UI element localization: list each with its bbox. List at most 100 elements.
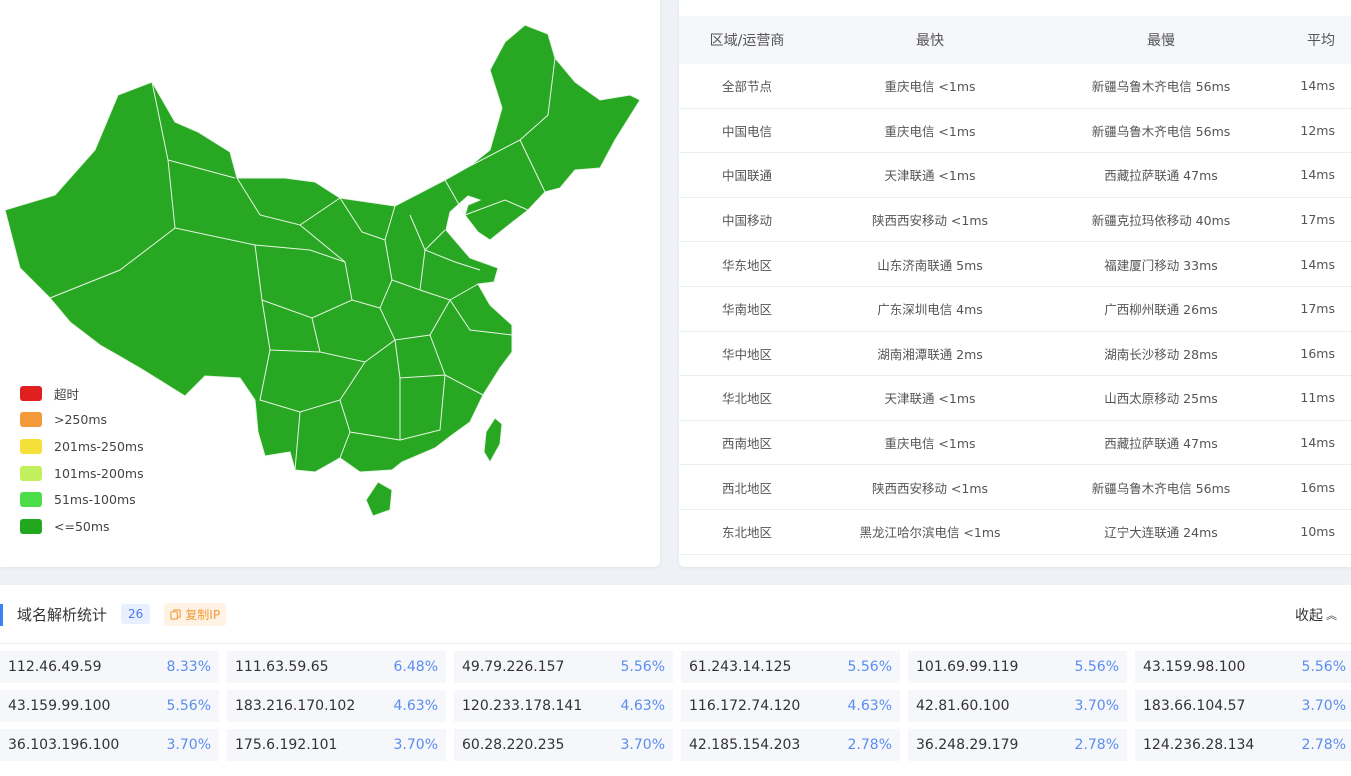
ip-list-item[interactable]: 111.63.59.65 6.48% [227, 651, 446, 683]
cell-average: 16ms [1277, 464, 1351, 510]
ip-list-item[interactable]: 116.172.74.120 4.63% [681, 690, 900, 722]
ip-percentage: 3.70% [1301, 698, 1346, 714]
ip-percentage: 4.63% [620, 698, 665, 714]
ip-list-item[interactable]: 36.103.196.100 3.70% [0, 729, 219, 761]
cell-region: 华东地区 [679, 241, 815, 287]
cell-slowest: 西藏拉萨联通 47ms [1045, 420, 1277, 466]
ip-list-item[interactable]: 183.216.170.102 4.63% [227, 690, 446, 722]
ip-list-item[interactable]: 43.159.98.100 5.56% [1135, 651, 1351, 683]
cell-region: 西南地区 [679, 420, 815, 466]
ip-address: 43.159.99.100 [8, 698, 111, 714]
cell-region: 华中地区 [679, 331, 815, 377]
legend-item[interactable]: 51ms-100ms [20, 486, 144, 513]
ip-count-badge: 26 [121, 604, 151, 624]
cell-fastest: 中国香港 1ms [815, 554, 1045, 567]
cell-slowest: 辽宁大连联通 24ms [1045, 509, 1277, 555]
section-accent-bar [0, 604, 3, 626]
cell-fastest: 天津联通 <1ms [815, 152, 1045, 198]
legend-label: 51ms-100ms [54, 492, 136, 508]
legend-swatch-51-100 [20, 492, 42, 508]
ip-percentage: 3.70% [1074, 698, 1119, 714]
column-header-region[interactable]: 区域/运营商 [679, 16, 815, 64]
ip-list-item[interactable]: 183.66.104.57 3.70% [1135, 690, 1351, 722]
cell-slowest: 山西太原移动 25ms [1045, 375, 1277, 421]
ip-percentage: 5.56% [166, 698, 211, 714]
cell-slowest: 西藏拉萨联通 47ms [1045, 152, 1277, 198]
ip-percentage: 3.70% [620, 737, 665, 753]
dns-section-header: 域名解析统计 26 复制IP 收起 ︽ [0, 585, 1351, 644]
cell-average: 14ms [1277, 152, 1351, 198]
ip-list-item[interactable]: 124.236.28.134 2.78% [1135, 729, 1351, 761]
table-row: 中国移动 陕西西安移动 <1ms 新疆克拉玛依移动 40ms 17ms [679, 197, 1351, 243]
legend-label: 101ms-200ms [54, 465, 144, 481]
ip-address: 183.216.170.102 [235, 698, 356, 714]
ip-address: 111.63.59.65 [235, 659, 329, 675]
map-panel: 超时 >250ms 201ms-250ms 101ms-200ms 51ms-1… [0, 0, 660, 567]
latency-stats-table: 区域/运营商 最快 最慢 平均 全部节点 重庆电信 <1ms 新疆乌鲁木齐电信 56… [679, 16, 1351, 567]
table-row: 东北地区 黑龙江哈尔滨电信 <1ms 辽宁大连联通 24ms 10ms [679, 509, 1351, 555]
ip-list-item[interactable]: 42.81.60.100 3.70% [908, 690, 1127, 722]
table-row: 华中地区 湖南湘潭联通 2ms 湖南长沙移动 28ms 16ms [679, 331, 1351, 377]
ip-address: 42.185.154.203 [689, 737, 801, 753]
cell-region: 西北地区 [679, 464, 815, 510]
cell-slowest: 中国台湾 24ms [1045, 554, 1277, 567]
table-row: 中国联通 天津联通 <1ms 西藏拉萨联通 47ms 14ms [679, 152, 1351, 198]
cell-fastest: 广东深圳电信 4ms [815, 286, 1045, 332]
column-header-fastest[interactable]: 最快 [815, 16, 1045, 64]
ip-list-item[interactable]: 43.159.99.100 5.56% [0, 690, 219, 722]
ip-list-item[interactable]: 36.248.29.179 2.78% [908, 729, 1127, 761]
cell-region: 中国移动 [679, 197, 815, 243]
ip-list-item[interactable]: 49.79.226.157 5.56% [454, 651, 673, 683]
cell-region: 中国电信 [679, 108, 815, 154]
ip-list-item[interactable]: 42.185.154.203 2.78% [681, 729, 900, 761]
ip-list-item[interactable]: 101.69.99.119 5.56% [908, 651, 1127, 683]
ip-address: 36.103.196.100 [8, 737, 120, 753]
legend-item[interactable]: 201ms-250ms [20, 433, 144, 460]
latency-legend: 超时 >250ms 201ms-250ms 101ms-200ms 51ms-1… [20, 380, 144, 540]
cell-region: 全部节点 [679, 64, 815, 109]
legend-item[interactable]: 101ms-200ms [20, 460, 144, 487]
legend-item[interactable]: >250ms [20, 407, 144, 434]
cell-fastest: 陕西西安移动 <1ms [815, 197, 1045, 243]
legend-swatch-under-50 [20, 518, 42, 534]
cell-region: 中国联通 [679, 152, 815, 198]
ip-address: 112.46.49.59 [8, 659, 102, 675]
ip-percentage: 5.56% [1074, 659, 1119, 675]
ip-address: 124.236.28.134 [1143, 737, 1255, 753]
cell-fastest: 陕西西安移动 <1ms [815, 464, 1045, 510]
legend-swatch-101-200 [20, 465, 42, 481]
cell-slowest: 新疆乌鲁木齐电信 56ms [1045, 64, 1277, 109]
legend-label: <=50ms [54, 518, 110, 534]
ip-list-item[interactable]: 112.46.49.59 8.33% [0, 651, 219, 683]
cell-average: 11ms [1277, 375, 1351, 421]
map-taiwan[interactable] [483, 417, 503, 463]
ip-percentage: 2.78% [1301, 737, 1346, 753]
column-header-average[interactable]: 平均 [1277, 16, 1351, 64]
ip-list-item[interactable]: 120.233.178.141 4.63% [454, 690, 673, 722]
ip-address: 36.248.29.179 [916, 737, 1019, 753]
cell-slowest: 福建厦门移动 33ms [1045, 241, 1277, 287]
legend-swatch-201-250 [20, 438, 42, 454]
ip-percentage: 4.63% [393, 698, 438, 714]
chevron-up-icon: ︽ [1326, 609, 1337, 622]
cell-region: 港澳台 [679, 554, 815, 567]
legend-label: 超时 [54, 386, 80, 402]
cell-average: 17ms [1277, 286, 1351, 332]
ip-percentage: 2.78% [847, 737, 892, 753]
legend-item[interactable]: <=50ms [20, 513, 144, 540]
legend-swatch-over-250 [20, 412, 42, 428]
cell-fastest: 湖南湘潭联通 2ms [815, 331, 1045, 377]
ip-address: 116.172.74.120 [689, 698, 801, 714]
ip-percentage: 6.48% [393, 659, 438, 675]
ip-list-item[interactable]: 60.28.220.235 3.70% [454, 729, 673, 761]
column-header-slowest[interactable]: 最慢 [1045, 16, 1277, 64]
ip-percentage: 3.70% [166, 737, 211, 753]
ip-percentage: 5.56% [1301, 659, 1346, 675]
collapse-button[interactable]: 收起 ︽ [1295, 605, 1337, 625]
ip-list-item[interactable]: 175.6.192.101 3.70% [227, 729, 446, 761]
copy-ip-button[interactable]: 复制IP [164, 602, 227, 626]
ip-list-item[interactable]: 61.243.14.125 5.56% [681, 651, 900, 683]
map-hainan[interactable] [365, 481, 393, 517]
table-row: 中国电信 重庆电信 <1ms 新疆乌鲁木齐电信 56ms 12ms [679, 108, 1351, 154]
legend-item[interactable]: 超时 [20, 380, 144, 407]
